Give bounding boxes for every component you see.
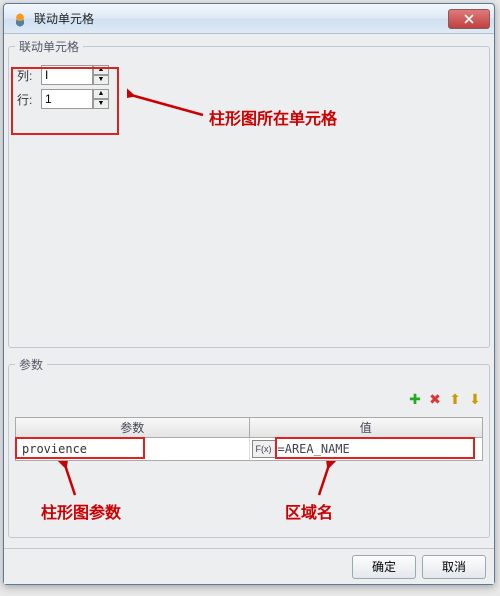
- cancel-button[interactable]: 取消: [422, 555, 486, 579]
- column-input[interactable]: [41, 65, 93, 85]
- footer: 确定 取消: [4, 548, 494, 584]
- param-name-cell: provience: [18, 442, 87, 456]
- col-header-value: 值: [250, 418, 483, 437]
- window-title: 联动单元格: [34, 10, 446, 27]
- params-table: 参数 值 provience F(x) =AREA_NAME: [15, 417, 483, 461]
- param-value-cell: =AREA_NAME: [278, 442, 481, 456]
- java-icon: [12, 11, 28, 27]
- table-row[interactable]: provience F(x) =AREA_NAME: [16, 438, 482, 460]
- row-spin-up[interactable]: ▲: [93, 89, 109, 99]
- content-area: 联动单元格 列: ▲ ▼ 行: ▲ ▼: [4, 34, 494, 548]
- cells-legend: 联动单元格: [15, 38, 83, 55]
- table-header: 参数 值: [16, 418, 482, 438]
- title-bar: 联动单元格: [4, 4, 494, 34]
- row-input[interactable]: [41, 89, 93, 109]
- column-spin-down[interactable]: ▼: [93, 75, 109, 85]
- column-row: 列: ▲ ▼: [17, 65, 481, 85]
- col-header-name: 参数: [16, 418, 250, 437]
- column-spin-up[interactable]: ▲: [93, 65, 109, 75]
- close-button[interactable]: [448, 9, 490, 29]
- column-label: 列:: [17, 67, 41, 84]
- params-group: 参数 ✚ ✖ ⬆ ⬇ 参数 值 provience F(x) =AREA_NAM…: [8, 356, 490, 538]
- column-spinner: ▲ ▼: [41, 65, 109, 85]
- add-icon[interactable]: ✚: [407, 391, 423, 407]
- arrow-param: [51, 461, 91, 501]
- dialog-window: 联动单元格 联动单元格 列: ▲ ▼ 行:: [3, 3, 495, 585]
- remove-icon[interactable]: ✖: [427, 391, 443, 407]
- ok-button[interactable]: 确定: [352, 555, 416, 579]
- annotation-param: 柱形图参数: [41, 499, 121, 523]
- linked-cells-group: 联动单元格 列: ▲ ▼ 行: ▲ ▼: [8, 38, 490, 348]
- params-legend: 参数: [15, 356, 47, 373]
- row-row: 行: ▲ ▼: [17, 89, 481, 109]
- move-up-icon[interactable]: ⬆: [447, 391, 463, 407]
- row-label: 行:: [17, 91, 41, 108]
- row-spin-down[interactable]: ▼: [93, 99, 109, 109]
- fx-button[interactable]: F(x): [252, 440, 276, 458]
- annotation-value: 区域名: [285, 499, 333, 523]
- params-toolbar: ✚ ✖ ⬆ ⬇: [407, 391, 483, 407]
- row-spinner: ▲ ▼: [41, 89, 109, 109]
- move-down-icon[interactable]: ⬇: [467, 391, 483, 407]
- close-icon: [464, 14, 474, 24]
- arrow-value: [309, 461, 349, 501]
